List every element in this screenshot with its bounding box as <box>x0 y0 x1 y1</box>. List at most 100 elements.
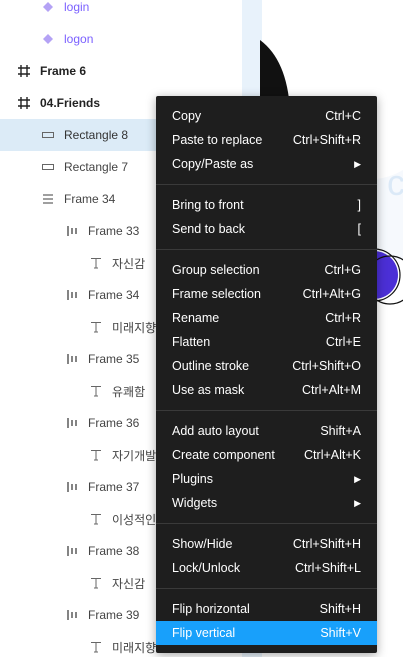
layer-label: Frame 37 <box>88 480 140 494</box>
menu-item-label: Flip vertical <box>172 626 236 640</box>
menu-item-shortcut: Ctrl+Shift+O <box>292 359 361 373</box>
submenu-arrow-icon: ▶ <box>354 158 361 169</box>
vertical-auto-layout-icon <box>40 191 56 207</box>
layer-label: Frame 39 <box>88 608 140 622</box>
layer-row[interactable]: Frame 6 <box>0 55 242 87</box>
menu-item-paste-to-replace[interactable]: Paste to replace Ctrl+Shift+R <box>156 128 377 152</box>
horizontal-auto-layout-icon <box>64 287 80 303</box>
menu-item-flip-vertical[interactable]: Flip vertical Shift+V <box>156 621 377 645</box>
menu-item-shortcut: Ctrl+Alt+K <box>304 448 361 462</box>
menu-item-shortcut: Ctrl+Shift+H <box>292 537 361 551</box>
layer-label: Frame 34 <box>64 192 116 206</box>
menu-item-shortcut: Ctrl+Alt+M <box>301 383 361 397</box>
menu-item-create-component[interactable]: Create component Ctrl+Alt+K <box>156 443 377 467</box>
menu-item-plugins[interactable]: Plugins ▶ <box>156 467 377 491</box>
menu-item-label: Plugins <box>172 472 213 486</box>
menu-item-label: Add auto layout <box>172 424 259 438</box>
frame-icon <box>16 95 32 111</box>
menu-item-shortcut: Ctrl+R <box>325 311 361 325</box>
layer-label: login <box>64 0 90 14</box>
horizontal-auto-layout-icon <box>64 351 80 367</box>
text-icon <box>88 319 104 335</box>
menu-item-frame-selection[interactable]: Frame selection Ctrl+Alt+G <box>156 282 377 306</box>
menu-item-show-hide[interactable]: Show/Hide Ctrl+Shift+H <box>156 532 377 556</box>
menu-separator <box>156 184 377 185</box>
menu-item-send-to-back[interactable]: Send to back [ <box>156 217 377 241</box>
submenu-arrow-icon: ▶ <box>354 497 361 508</box>
layer-label: 미래지향 <box>112 320 157 335</box>
menu-item-label: Flatten <box>172 335 211 349</box>
component-icon <box>40 31 56 47</box>
menu-separator <box>156 410 377 411</box>
menu-item-label: Use as mask <box>172 383 245 397</box>
menu-item-shortcut: Ctrl+C <box>325 109 361 123</box>
menu-item-shortcut: Ctrl+G <box>324 263 361 277</box>
menu-item-label: Send to back <box>172 222 245 236</box>
menu-item-copy[interactable]: Copy Ctrl+C <box>156 104 377 128</box>
layer-label: Frame 36 <box>88 416 140 430</box>
menu-item-label: Group selection <box>172 263 260 277</box>
horizontal-auto-layout-icon <box>64 415 80 431</box>
menu-item-label: Widgets <box>172 496 218 510</box>
canvas-glyph: c <box>387 162 403 203</box>
menu-item-outline-stroke[interactable]: Outline stroke Ctrl+Shift+O <box>156 354 377 378</box>
menu-item-shortcut: ] <box>357 198 361 212</box>
menu-item-label: Paste to replace <box>172 133 263 147</box>
menu-item-use-as-mask[interactable]: Use as mask Ctrl+Alt+M <box>156 378 377 402</box>
rectangle-icon <box>40 159 56 175</box>
layer-label: Frame 33 <box>88 224 140 238</box>
menu-item-label: Create component <box>172 448 275 462</box>
menu-item-widgets[interactable]: Widgets ▶ <box>156 491 377 515</box>
menu-item-rename[interactable]: Rename Ctrl+R <box>156 306 377 330</box>
menu-item-bring-to-front[interactable]: Bring to front] <box>156 193 377 217</box>
menu-item-label: Bring to front <box>172 198 244 212</box>
menu-item-shortcut: Ctrl+Shift+L <box>294 561 361 575</box>
menu-item-add-auto-layout[interactable]: Add auto layout Shift+A <box>156 419 377 443</box>
layer-label: 이성적인 <box>112 512 157 527</box>
menu-separator <box>156 249 377 250</box>
layer-label: Frame 6 <box>40 64 87 78</box>
menu-item-group-selection[interactable]: Group selection Ctrl+G <box>156 258 377 282</box>
menu-item-shortcut: Ctrl+Shift+R <box>292 133 361 147</box>
context-menu: Copy Ctrl+C Paste to replace Ctrl+Shift+R Co… <box>156 96 377 653</box>
layer-label: 자신감 <box>112 576 146 591</box>
layer-label: Frame 34 <box>88 288 140 302</box>
horizontal-auto-layout-icon <box>64 543 80 559</box>
menu-item-label: Outline stroke <box>172 359 250 373</box>
menu-item-label: Show/Hide <box>172 537 233 551</box>
menu-item-label: Flip horizontal <box>172 602 250 616</box>
frame-icon <box>16 63 32 79</box>
layer-label: 자신감 <box>112 256 146 271</box>
menu-item-label: Rename <box>172 311 220 325</box>
text-icon <box>88 511 104 527</box>
menu-separator <box>156 588 377 589</box>
submenu-arrow-icon: ▶ <box>354 473 361 484</box>
horizontal-auto-layout-icon <box>64 223 80 239</box>
menu-item-label: Copy/Paste as <box>172 157 254 171</box>
layer-row[interactable]: logon <box>0 23 242 55</box>
menu-item-shortcut: Shift+A <box>320 424 361 438</box>
text-icon <box>88 255 104 271</box>
menu-item-flatten[interactable]: Flatten Ctrl+E <box>156 330 377 354</box>
horizontal-auto-layout-icon <box>64 607 80 623</box>
layer-label: 04.Friends <box>40 96 101 110</box>
text-icon <box>88 447 104 463</box>
layer-label: logon <box>64 32 94 46</box>
layer-label: Frame 38 <box>88 544 140 558</box>
menu-item-copy-paste-as[interactable]: Copy/Paste as ▶ <box>156 152 377 176</box>
layer-label: Frame 35 <box>88 352 140 366</box>
menu-item-shortcut: Shift+H <box>319 602 361 616</box>
menu-item-shortcut: [ <box>357 222 361 236</box>
layer-row[interactable]: login <box>0 0 242 23</box>
menu-item-flip-horizontal[interactable]: Flip horizontal Shift+H <box>156 597 377 621</box>
menu-item-label: Copy <box>172 109 202 123</box>
text-icon <box>88 383 104 399</box>
menu-item-shortcut: Ctrl+Alt+G <box>302 287 361 301</box>
text-icon <box>88 639 104 655</box>
menu-separator <box>156 523 377 524</box>
menu-item-label: Lock/Unlock <box>172 561 241 575</box>
layer-label: 자기개발 <box>112 448 157 463</box>
layer-label: Rectangle 7 <box>64 160 129 174</box>
horizontal-auto-layout-icon <box>64 479 80 495</box>
menu-item-lock-unlock[interactable]: Lock/Unlock Ctrl+Shift+L <box>156 556 377 580</box>
